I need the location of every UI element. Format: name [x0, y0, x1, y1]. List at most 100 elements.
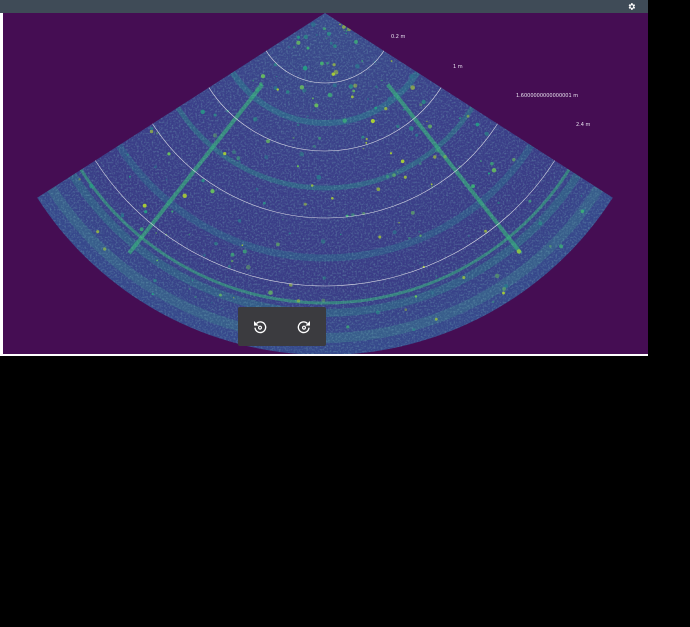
echo-dot	[528, 199, 532, 203]
range-label-4: 2.4 m	[576, 122, 591, 128]
echo-dot	[414, 295, 418, 298]
echo-dot	[311, 97, 314, 100]
rotate-controls	[238, 307, 326, 346]
echo-dot	[549, 244, 552, 248]
echo-dot	[333, 44, 337, 48]
echo-dot	[466, 114, 470, 118]
echo-dot	[502, 291, 505, 295]
echo-dot	[296, 40, 301, 45]
echo-dot	[155, 232, 158, 234]
echo-dot	[287, 45, 290, 48]
echo-dot	[142, 203, 147, 208]
echo-dot	[120, 213, 125, 218]
echo-dot	[346, 325, 350, 329]
echo-dot	[492, 300, 495, 304]
echo-dot	[418, 129, 421, 131]
echo-dot	[200, 109, 206, 115]
echo-dot	[397, 171, 399, 173]
echo-dot	[322, 276, 327, 280]
echo-dot	[188, 233, 191, 236]
echo-dot	[419, 234, 422, 237]
echo-dot	[256, 89, 260, 93]
echo-dot	[421, 99, 426, 105]
echo-dot	[468, 235, 470, 237]
echo-dot	[318, 136, 322, 140]
echo-dot	[412, 328, 416, 332]
echo-dot	[219, 293, 222, 297]
echo-dot	[376, 187, 381, 192]
echo-dot	[203, 254, 206, 257]
echo-dot	[232, 150, 236, 155]
echo-dot	[419, 262, 421, 264]
echo-dot	[340, 233, 342, 236]
echo-dot	[236, 156, 241, 161]
echo-dot	[558, 244, 564, 249]
rotate-left-button[interactable]	[247, 314, 273, 340]
echo-dot	[139, 227, 144, 232]
echo-dot	[370, 118, 375, 124]
sonar-fan-view[interactable]: 0.2 m 1 m 1.6000000000000001 m 2.4 m	[3, 13, 648, 354]
echo-dot	[342, 118, 347, 123]
echo-dot	[407, 236, 411, 240]
rotate-right-button[interactable]	[291, 314, 317, 340]
echo-dot	[144, 210, 148, 214]
echo-dot	[580, 195, 583, 197]
echo-dot	[296, 165, 300, 168]
echo-dot	[292, 136, 295, 139]
echo-dot	[375, 85, 378, 89]
echo-dot	[288, 232, 291, 235]
echo-dot	[321, 298, 326, 303]
echo-dot	[343, 29, 345, 32]
echo-dot	[487, 172, 491, 175]
echo-dot	[310, 22, 316, 27]
echo-dot	[475, 122, 480, 127]
echo-dot	[345, 32, 347, 35]
echo-dot	[430, 290, 435, 295]
echo-dot	[426, 120, 428, 123]
echo-dot	[484, 229, 487, 233]
echo-dot	[427, 124, 433, 129]
echo-dot	[398, 221, 400, 224]
top-toolbar	[0, 0, 648, 13]
echo-dot	[390, 60, 393, 62]
echo-dot	[502, 287, 507, 292]
settings-button[interactable]	[625, 0, 638, 13]
echo-dot	[378, 235, 382, 239]
echo-dot	[314, 103, 319, 108]
echo-dot	[365, 141, 368, 144]
echo-dot	[419, 162, 422, 165]
echo-dot	[230, 259, 234, 263]
echo-dot	[350, 95, 354, 99]
echo-dot	[409, 126, 414, 131]
echo-dot	[275, 75, 278, 78]
echo-dot	[443, 154, 447, 159]
echo-dot	[404, 308, 408, 312]
echo-dot	[326, 31, 331, 36]
echo-dot	[347, 27, 352, 32]
echo-dot	[191, 279, 194, 282]
echo-dot	[320, 239, 326, 244]
echo-dot	[210, 189, 215, 194]
echo-dot	[354, 39, 358, 44]
echo-dot	[355, 63, 360, 69]
echo-dot	[252, 116, 258, 122]
echo-dot	[153, 278, 157, 283]
echo-dot	[398, 195, 401, 198]
echo-dot	[333, 69, 339, 75]
echo-dot	[276, 88, 279, 91]
echo-dot	[149, 129, 154, 134]
echo-dot	[400, 159, 405, 164]
echo-dot	[353, 83, 358, 88]
echo-dot	[133, 168, 135, 170]
echo-dot	[302, 88, 307, 93]
sonar-fan-image: 0.2 m 1 m 1.6000000000000001 m 2.4 m	[37, 13, 613, 354]
echo-dot	[126, 153, 129, 156]
echo-dot	[435, 148, 439, 153]
echo-dot	[213, 113, 217, 117]
echo-dot	[512, 158, 516, 162]
echo-dot	[210, 301, 213, 304]
echo-dot	[320, 61, 324, 66]
echo-dot	[396, 124, 400, 129]
echo-dot	[89, 183, 94, 189]
rotate-counterclockwise-icon	[254, 320, 267, 333]
